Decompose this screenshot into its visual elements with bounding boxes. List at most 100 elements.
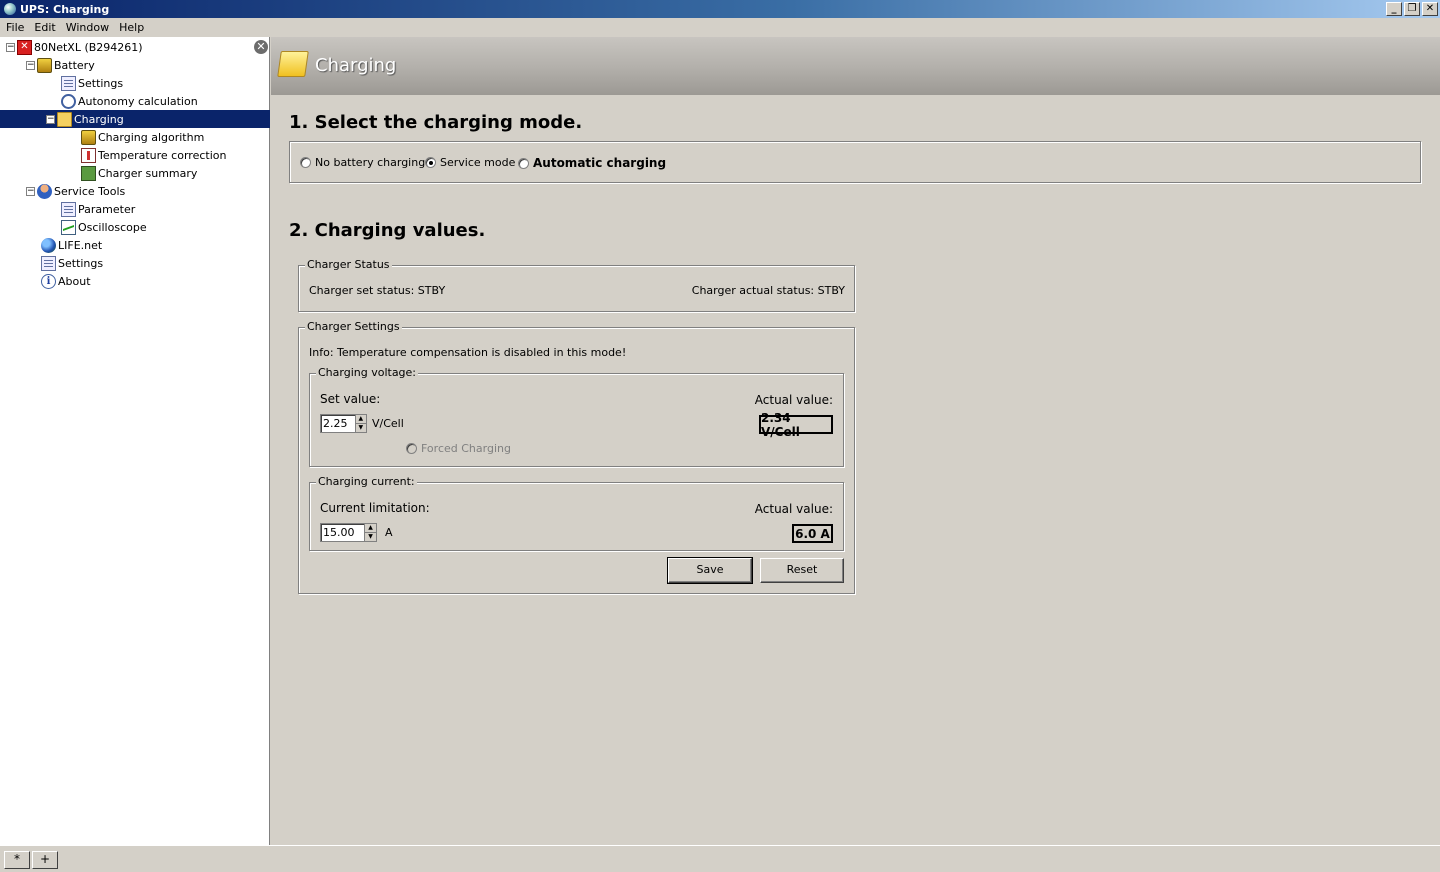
tree-item-autonomy[interactable]: Autonomy calculation xyxy=(61,92,198,110)
radio-no-battery-charging[interactable]: No battery charging xyxy=(300,156,425,169)
voltage-unit: V/Cell xyxy=(372,417,404,430)
spin-buttons: ▲ ▼ xyxy=(354,415,366,433)
save-button[interactable]: Save xyxy=(667,557,753,584)
tree-item-temperature-correction[interactable]: Temperature correction xyxy=(81,146,226,164)
section-charging-mode-title: 1. Select the charging mode. xyxy=(289,112,583,133)
charging-mode-group: No battery charging Service mode Automat… xyxy=(289,141,1421,183)
tree-item-label: Temperature correction xyxy=(98,148,227,162)
tree-item-charging-algorithm[interactable]: Charging algorithm xyxy=(81,128,204,146)
radio-label: No battery charging xyxy=(315,156,426,169)
spin-down-icon[interactable]: ▼ xyxy=(355,424,366,433)
current-spinner[interactable]: ▲ ▼ xyxy=(320,523,377,542)
spin-down-icon[interactable]: ▼ xyxy=(365,533,376,542)
collapse-icon[interactable]: − xyxy=(26,60,35,70)
charger-set-status: Charger set status: STBY xyxy=(309,284,446,297)
app-globe-icon xyxy=(4,3,16,15)
current-actual-value: 6.0 A xyxy=(792,524,833,543)
folder-icon xyxy=(57,111,72,127)
radio-button[interactable] xyxy=(425,157,436,168)
tree-item-life-net[interactable]: LIFE.net xyxy=(41,236,102,254)
tree-item-label: Settings xyxy=(78,76,124,90)
info-icon: i xyxy=(41,273,56,289)
current-limitation-label: Current limitation: xyxy=(320,501,430,515)
menu-help[interactable]: Help xyxy=(115,21,148,34)
tree-item-parameter[interactable]: Parameter xyxy=(61,200,135,218)
menu-window[interactable]: Window xyxy=(62,21,113,34)
group-legend: Charger Status xyxy=(305,258,392,271)
collapse-icon[interactable]: − xyxy=(46,114,55,124)
actual-value-label: Actual value: xyxy=(754,393,833,407)
forced-charging-radio[interactable]: Forced Charging xyxy=(406,442,511,455)
main-content: Charging 1. Select the charging mode. No… xyxy=(271,37,1440,845)
close-tree-icon[interactable]: ✕ xyxy=(254,40,268,54)
voltage-input[interactable] xyxy=(321,415,355,432)
navigation-tree: ✕ − ✕ 80NetXL (B294261) − Battery Settin… xyxy=(0,37,270,845)
error-icon: ✕ xyxy=(17,39,32,55)
charger-actual-status: Charger actual status: STBY xyxy=(691,284,845,297)
tree-item-label: About xyxy=(58,274,91,288)
radio-service-mode[interactable]: Service mode xyxy=(425,156,515,169)
radio-label: Automatic charging xyxy=(533,156,667,170)
menu-edit[interactable]: Edit xyxy=(30,21,59,34)
thermometer-icon xyxy=(81,147,96,163)
window-controls: _ ❐ ✕ xyxy=(1384,2,1438,16)
actual-value-label: Actual value: xyxy=(754,502,833,516)
globe-icon xyxy=(41,237,56,253)
tree-item-battery-settings[interactable]: Settings xyxy=(61,74,123,92)
folder-icon xyxy=(277,51,309,77)
settings-doc-icon xyxy=(61,75,76,91)
tree-item-label: Settings xyxy=(58,256,104,270)
tree-item-label: Charger summary xyxy=(98,166,198,180)
collapse-icon[interactable]: − xyxy=(6,42,15,52)
tree-item-label: Autonomy calculation xyxy=(78,94,198,108)
charger-settings-group: Charger Settings Info: Temperature compe… xyxy=(298,320,855,594)
charging-voltage-group: Charging voltage: Set value: ▲ ▼ V/Cell … xyxy=(309,366,844,467)
page-header: Charging xyxy=(271,37,1440,95)
tree-item-label: LIFE.net xyxy=(58,238,103,252)
tree-item-label: Parameter xyxy=(78,202,136,216)
current-input[interactable] xyxy=(321,524,365,541)
radio-button[interactable] xyxy=(518,157,529,169)
minimize-button[interactable]: _ xyxy=(1386,2,1402,16)
radio-button[interactable] xyxy=(406,443,417,454)
section-charging-values-title: 2. Charging values. xyxy=(289,220,486,241)
info-text: Info: Temperature compensation is disabl… xyxy=(309,346,627,359)
window-title: UPS: Charging xyxy=(20,2,110,16)
voltage-actual-value: 2.34 V/Cell xyxy=(759,411,833,439)
close-button[interactable]: ✕ xyxy=(1422,2,1438,16)
tree-item-oscilloscope[interactable]: Oscilloscope xyxy=(61,218,147,236)
tree-item-label: Oscilloscope xyxy=(78,220,147,234)
restore-button[interactable]: ❐ xyxy=(1404,2,1420,16)
tree-item-device[interactable]: − ✕ 80NetXL (B294261) xyxy=(6,38,143,56)
charger-status-group: Charger Status Charger set status: STBY … xyxy=(298,258,855,312)
title-bar: UPS: Charging _ ❐ ✕ xyxy=(0,0,1440,18)
tree-item-battery[interactable]: − Battery xyxy=(26,56,95,74)
collapse-icon[interactable]: − xyxy=(26,186,35,196)
voltage-spinner[interactable]: ▲ ▼ xyxy=(320,414,367,433)
spin-up-icon[interactable]: ▲ xyxy=(355,415,366,424)
tree-item-about[interactable]: i About xyxy=(41,272,91,290)
tree-item-charger-summary[interactable]: Charger summary xyxy=(81,164,197,182)
tree-item-settings[interactable]: Settings xyxy=(41,254,103,272)
person-icon xyxy=(37,183,52,199)
menu-file[interactable]: File xyxy=(2,21,28,34)
group-legend: Charging current: xyxy=(316,475,417,488)
group-legend: Charging voltage: xyxy=(316,366,419,379)
battery-icon xyxy=(81,129,96,145)
group-legend: Charger Settings xyxy=(305,320,402,333)
page-title: Charging xyxy=(315,55,397,76)
radio-automatic-charging[interactable]: Automatic charging xyxy=(518,156,666,170)
tree-item-label: Charging xyxy=(74,112,124,126)
spin-up-icon[interactable]: ▲ xyxy=(365,524,376,533)
radio-button[interactable] xyxy=(300,157,311,168)
tree-item-service-tools[interactable]: − Service Tools xyxy=(26,182,125,200)
tree-item-label: Battery xyxy=(54,58,95,72)
tree-item-label: 80NetXL (B294261) xyxy=(34,40,143,54)
star-button[interactable]: * xyxy=(4,851,30,869)
charging-current-group: Charging current: Current limitation: ▲ … xyxy=(309,475,844,551)
reset-button[interactable]: Reset xyxy=(760,558,844,583)
document-icon xyxy=(61,201,76,217)
tree-item-charging[interactable]: − Charging xyxy=(0,110,270,128)
add-button[interactable]: + xyxy=(32,851,58,869)
summary-icon xyxy=(81,165,96,181)
